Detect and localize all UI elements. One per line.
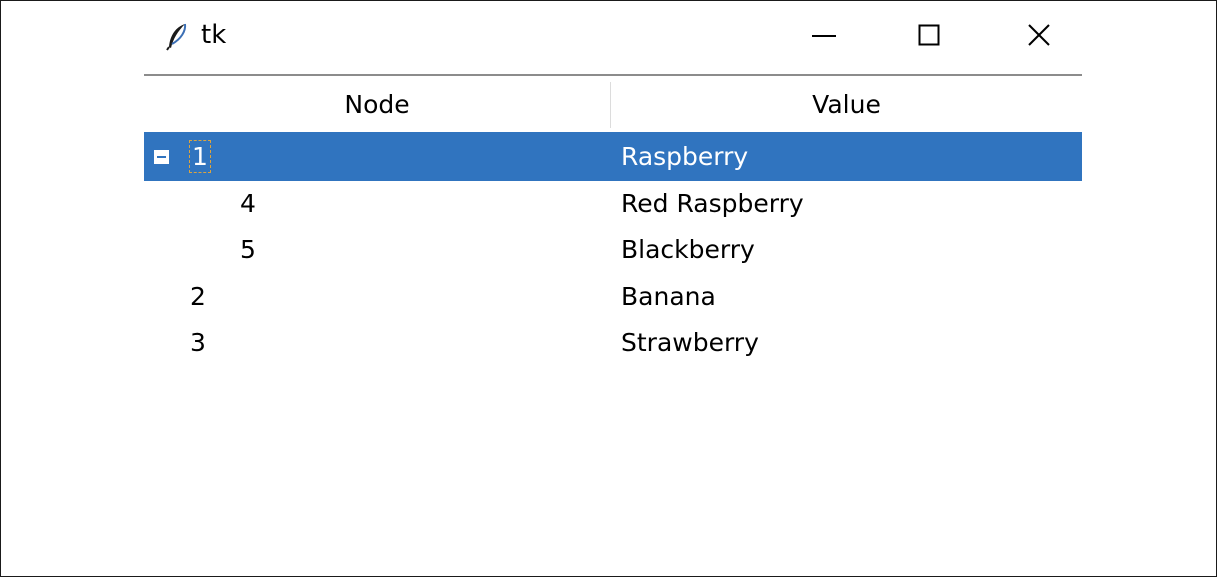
tree-row-2[interactable]: 2 Banana xyxy=(144,272,1082,320)
window-frame: tk Node Value 1 Raspberry 4 Red Raspberr… xyxy=(0,0,1217,577)
node-label: 1 xyxy=(189,140,211,173)
node-label: 4 xyxy=(240,189,256,218)
treeview[interactable]: Node Value 1 Raspberry 4 Red Raspberry 5… xyxy=(144,76,1082,364)
window-title: tk xyxy=(201,20,227,50)
minimize-icon xyxy=(811,22,837,52)
column-header-node[interactable]: Node xyxy=(144,76,610,132)
tree-row-1[interactable]: 1 Raspberry xyxy=(144,132,1082,181)
node-label: 2 xyxy=(190,281,206,311)
column-header-value[interactable]: Value xyxy=(611,76,1082,132)
value-cell: Strawberry xyxy=(621,327,759,357)
tree-row-3[interactable]: 3 Strawberry xyxy=(144,320,1082,364)
maximize-button[interactable] xyxy=(904,15,954,59)
node-cell: 1 xyxy=(189,132,211,181)
collapse-toggle-icon[interactable] xyxy=(154,150,169,164)
value-cell: Banana xyxy=(621,281,716,311)
node-label: 5 xyxy=(240,234,256,264)
node-label: 3 xyxy=(190,327,206,357)
tree-row-5[interactable]: 5 Blackberry xyxy=(144,226,1082,272)
tree-row-4[interactable]: 4 Red Raspberry xyxy=(144,181,1082,226)
value-cell: Raspberry xyxy=(621,142,749,171)
close-icon xyxy=(1027,23,1051,51)
title-bar[interactable]: tk xyxy=(144,1,1082,75)
treeview-header: Node Value xyxy=(144,76,1082,132)
feather-icon xyxy=(166,23,188,51)
value-cell: Blackberry xyxy=(621,234,755,264)
minimize-button[interactable] xyxy=(799,15,849,59)
value-cell: Red Raspberry xyxy=(621,189,804,218)
maximize-icon xyxy=(918,24,940,50)
close-button[interactable] xyxy=(1014,15,1064,59)
